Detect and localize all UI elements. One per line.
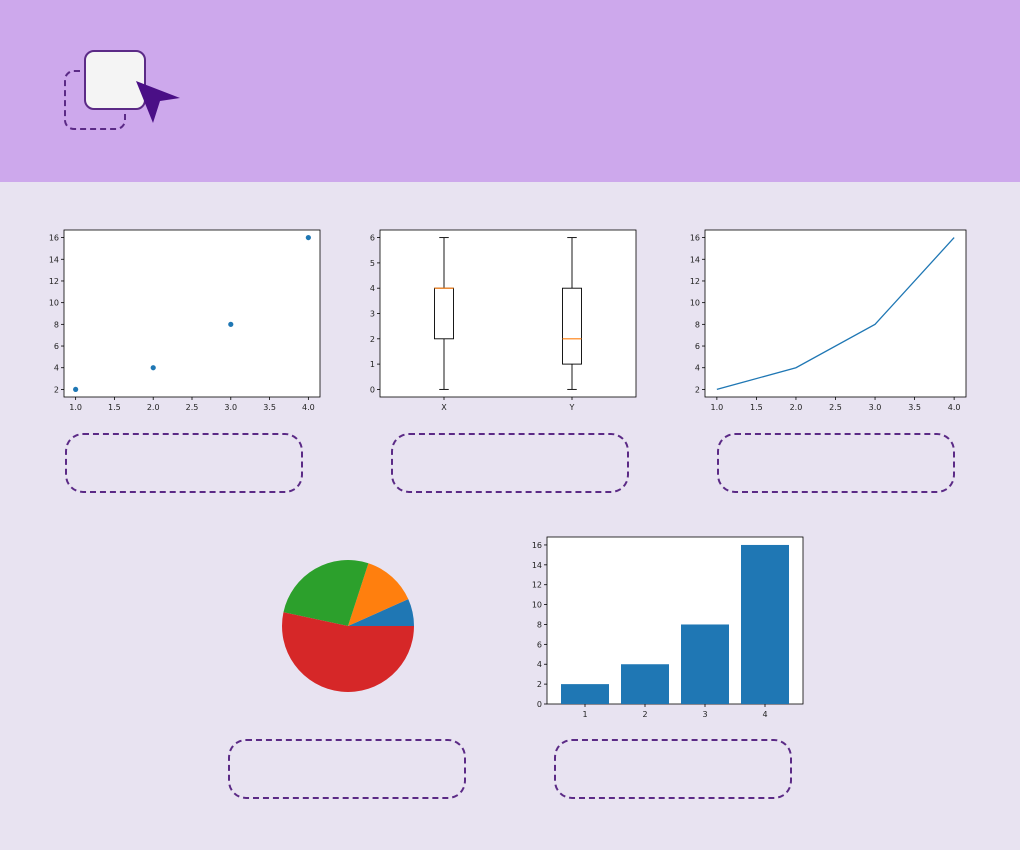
y-tick-label: 2 bbox=[370, 335, 375, 344]
chart-svg: 0 1 2 3 4 5 6 X Y bbox=[370, 229, 637, 412]
y-tick-label: 4 bbox=[537, 660, 542, 669]
x-tick-label: 1.5 bbox=[750, 403, 763, 412]
x-tick-label: 3 bbox=[702, 710, 707, 719]
y-tick-label: 16 bbox=[532, 541, 542, 550]
x-tick-label: 3.0 bbox=[224, 403, 237, 412]
y-tick-label: 14 bbox=[532, 561, 542, 570]
y-tick-label: 3 bbox=[370, 310, 375, 319]
x-tick-label: 3.5 bbox=[263, 403, 276, 412]
y-tick-label: 8 bbox=[537, 620, 542, 629]
box-plot-chart: 0 1 2 3 4 5 6 X Y bbox=[360, 222, 650, 422]
x-tick-label: 1.0 bbox=[69, 403, 82, 412]
scatter-point bbox=[73, 386, 79, 393]
arrow-pointer-icon bbox=[136, 81, 180, 123]
y-tick-label: 0 bbox=[370, 385, 375, 394]
x-tick-label: 2.5 bbox=[186, 403, 199, 412]
y-tick-label: 16 bbox=[690, 234, 700, 243]
answer-drop-zone-3[interactable] bbox=[717, 433, 955, 493]
x-tick-label: 1 bbox=[582, 710, 587, 719]
x-tick-label: 2.0 bbox=[147, 403, 160, 412]
bar bbox=[561, 684, 609, 704]
x-tick-label: 2 bbox=[642, 710, 647, 719]
answer-drop-zone-5[interactable] bbox=[554, 739, 792, 799]
y-tick-label: 14 bbox=[49, 255, 59, 264]
x-tick-label: 2.5 bbox=[829, 403, 842, 412]
answer-drop-zone-4[interactable] bbox=[228, 739, 466, 799]
chart-svg bbox=[282, 560, 414, 692]
answer-drop-zone-2[interactable] bbox=[391, 433, 629, 493]
y-tick-label: 6 bbox=[537, 640, 542, 649]
y-tick-label: 14 bbox=[690, 255, 700, 264]
y-tick-label: 10 bbox=[690, 299, 700, 308]
x-tick-label: X bbox=[441, 403, 447, 412]
header-banner bbox=[0, 0, 1020, 182]
chart-svg: 2 4 6 8 10 12 14 16 1.0 1.5 2.0 2.5 3.0 3.5 4.0 bbox=[49, 229, 321, 412]
y-tick-label: 10 bbox=[49, 299, 59, 308]
y-tick-label: 12 bbox=[532, 581, 542, 590]
bar bbox=[621, 664, 669, 704]
y-tick-label: 10 bbox=[532, 601, 542, 610]
y-tick-label: 8 bbox=[54, 320, 59, 329]
y-tick-label: 4 bbox=[695, 364, 700, 373]
y-tick-label: 2 bbox=[54, 385, 59, 394]
bar bbox=[681, 624, 729, 704]
scatter-point bbox=[305, 234, 311, 241]
chart-svg: 02468101214161 2 3 4 bbox=[532, 536, 804, 719]
y-tick-label: 0 bbox=[537, 700, 542, 709]
x-tick-label: 1.5 bbox=[108, 403, 121, 412]
bar-chart: 0 2 4 6 8 10 12 14 16 1 2 3 4 bbox=[520, 530, 810, 730]
y-tick-label: 8 bbox=[695, 320, 700, 329]
bar bbox=[741, 544, 789, 704]
y-tick-label: 1 bbox=[370, 360, 375, 369]
y-tick-label: 4 bbox=[370, 284, 375, 293]
plot-area bbox=[63, 229, 321, 398]
plot-area bbox=[704, 229, 967, 398]
y-tick-label: 4 bbox=[54, 364, 59, 373]
x-tick-label: 4.0 bbox=[302, 403, 315, 412]
y-tick-label: 6 bbox=[695, 342, 700, 351]
y-tick-label: 16 bbox=[49, 234, 59, 243]
scatter-point bbox=[228, 321, 234, 327]
pie-chart bbox=[270, 550, 430, 700]
x-tick-label: 4 bbox=[762, 710, 767, 719]
plot-area bbox=[379, 229, 637, 398]
x-tick-label: 1.0 bbox=[710, 403, 723, 412]
x-tick-label: 4.0 bbox=[948, 403, 961, 412]
y-tick-label: 6 bbox=[370, 234, 375, 243]
y-tick-label: 5 bbox=[370, 259, 375, 268]
x-tick-label: Y bbox=[569, 403, 575, 412]
x-tick-label: 3.0 bbox=[869, 403, 882, 412]
y-tick-label: 12 bbox=[49, 277, 59, 286]
x-tick-label: 3.5 bbox=[908, 403, 921, 412]
scatter-chart: 2 4 6 8 10 12 14 16 1.0 1.5 2.0 2.5 3.0 3.5 4.0 bbox=[44, 222, 334, 422]
y-tick-label: 6 bbox=[54, 342, 59, 351]
x-tick-label: 2.0 bbox=[790, 403, 803, 412]
line-chart: 2 4 6 8 10 12 14 16 1.0 1.5 2.0 2.5 3.0 3.5 4.0 bbox=[685, 222, 975, 422]
y-tick-label: 2 bbox=[537, 680, 542, 689]
y-tick-label: 12 bbox=[690, 277, 700, 286]
y-tick-label: 2 bbox=[695, 385, 700, 394]
answer-drop-zone-1[interactable] bbox=[65, 433, 303, 493]
scatter-point bbox=[150, 365, 156, 371]
chart-svg: 2 4 6 8 10 12 14 16 1.0 1.5 2.0 2.5 3.0 3.5 4.0 bbox=[690, 229, 967, 412]
